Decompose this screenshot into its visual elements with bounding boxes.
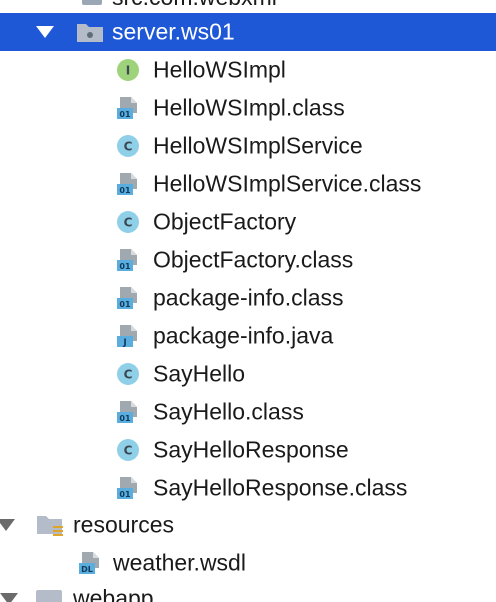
- tree-row-label: HelloWSImpl.class: [153, 94, 345, 121]
- tree-row-label: HelloWSImplService: [153, 132, 363, 159]
- tree-row-file[interactable]: C HelloWSImplService: [0, 127, 496, 165]
- class-file-icon: 01: [116, 400, 140, 424]
- tree-row-file[interactable]: I HelloWSImpl: [0, 51, 496, 89]
- chevron-down-icon[interactable]: [0, 593, 18, 602]
- class-icon: C: [116, 362, 140, 386]
- svg-text:01: 01: [119, 262, 131, 271]
- tree-row-file[interactable]: C ObjectFactory: [0, 203, 496, 241]
- tree-row-server-ws01[interactable]: server.ws01: [0, 13, 496, 51]
- tree-row-file[interactable]: 01 ObjectFactory.class: [0, 241, 496, 279]
- tree-row-file[interactable]: 01 SayHelloResponse.class: [0, 469, 496, 507]
- class-file-icon: 01: [116, 96, 140, 120]
- chevron-down-icon[interactable]: [36, 26, 54, 38]
- class-file-icon: 01: [116, 476, 140, 500]
- svg-text:01: 01: [119, 186, 131, 195]
- tree-row-partial-top[interactable]: src.com.webxml: [0, 0, 496, 14]
- tree-row-file[interactable]: 01 package-info.class: [0, 279, 496, 317]
- tree-row-file[interactable]: 01 HelloWSImpl.class: [0, 89, 496, 127]
- svg-text:C: C: [124, 444, 133, 458]
- resources-folder-icon: [37, 516, 63, 536]
- tree-row-label: package-info.java: [153, 322, 334, 349]
- tree-row-label: SayHello: [153, 360, 246, 387]
- class-file-icon: 01: [116, 286, 140, 310]
- class-icon: C: [116, 134, 140, 158]
- svg-text:01: 01: [119, 110, 131, 119]
- tree-row-file[interactable]: 01 SayHello.class: [0, 393, 496, 431]
- tree-row-file[interactable]: C SayHelloResponse: [0, 431, 496, 469]
- tree-row-file[interactable]: 01 HelloWSImplService.class: [0, 165, 496, 203]
- wsdl-file-icon: DL: [78, 551, 102, 575]
- tree-row-label: src.com.webxml: [112, 0, 277, 11]
- class-file-icon: 01: [116, 248, 140, 272]
- svg-text:I: I: [126, 64, 130, 78]
- tree-row-label: SayHelloResponse.class: [153, 474, 408, 501]
- svg-text:J: J: [122, 338, 126, 348]
- java-file-icon: J: [116, 324, 140, 348]
- folder-icon: [36, 590, 62, 602]
- tree-row-label: SayHello.class: [153, 398, 304, 425]
- tree-row-label: package-info.class: [153, 284, 344, 311]
- svg-text:01: 01: [119, 300, 131, 309]
- tree-row-partial-bottom[interactable]: webapp: [0, 584, 496, 602]
- tree-row-file[interactable]: DL weather.wsdl: [0, 544, 496, 582]
- tree-row-label: ObjectFactory.class: [153, 246, 354, 273]
- svg-text:C: C: [124, 140, 133, 154]
- class-icon: C: [116, 438, 140, 462]
- svg-text:01: 01: [119, 414, 131, 423]
- tree-row-label: resources: [73, 511, 174, 538]
- svg-text:01: 01: [119, 490, 131, 499]
- tree-row-label: weather.wsdl: [113, 549, 246, 576]
- tree-row-resources[interactable]: resources: [0, 506, 496, 544]
- chevron-down-icon[interactable]: [0, 519, 15, 531]
- folder-icon: [82, 0, 102, 5]
- tree-row-label: HelloWSImplService.class: [153, 170, 422, 197]
- svg-text:C: C: [124, 216, 133, 230]
- tree-row-label: server.ws01: [112, 18, 235, 45]
- tree-row-label: SayHelloResponse: [153, 436, 349, 463]
- tree-row-label: ObjectFactory: [153, 208, 297, 235]
- tree-row-file[interactable]: C SayHello: [0, 355, 496, 393]
- tree-row-label: webapp: [73, 585, 154, 602]
- class-file-icon: 01: [116, 172, 140, 196]
- interface-icon: I: [116, 58, 140, 82]
- svg-text:C: C: [124, 368, 133, 382]
- tree-row-label: HelloWSImpl: [153, 56, 286, 83]
- tree-row-file[interactable]: Jpackage-info.java: [0, 317, 496, 355]
- package-folder-icon: [77, 24, 103, 42]
- svg-text:DL: DL: [81, 565, 93, 574]
- class-icon: C: [116, 210, 140, 234]
